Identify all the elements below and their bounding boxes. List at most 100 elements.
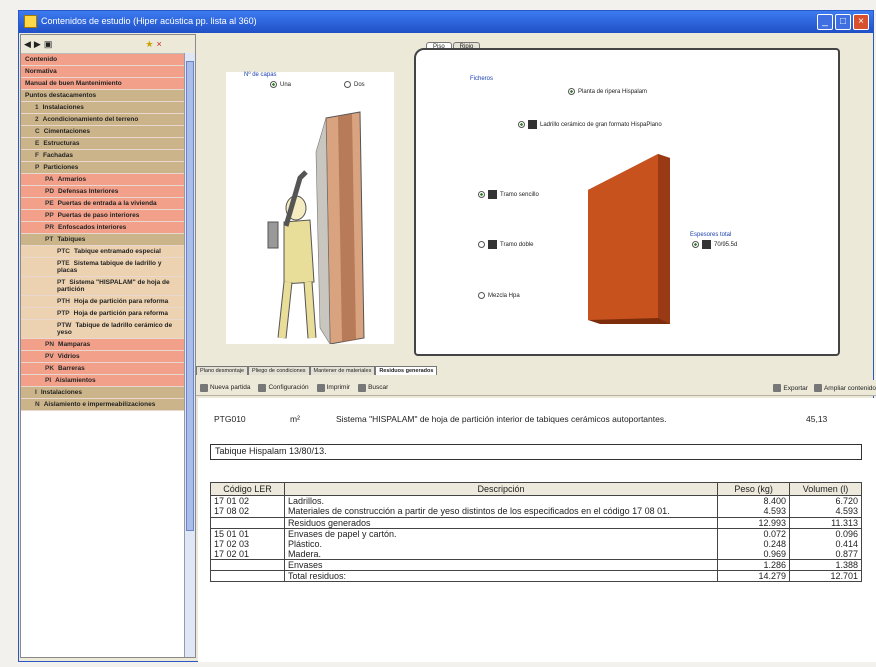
tab-pliego[interactable]: Pliego de condiciones bbox=[248, 366, 310, 375]
document-icon bbox=[200, 383, 208, 392]
sidebar-scrollbar[interactable] bbox=[184, 53, 195, 657]
sidebar-item[interactable]: Contenido bbox=[21, 54, 185, 66]
sidebar-item[interactable]: Manual de buen Mantenimiento bbox=[21, 78, 185, 90]
sidebar-item-code: PTC bbox=[57, 248, 70, 255]
table-cell-desc: Residuos generados bbox=[283, 517, 719, 529]
table-cell-code: 17 02 01 bbox=[210, 549, 285, 560]
minimize-button[interactable]: _ bbox=[817, 14, 833, 30]
sidebar-item-label: Barreras bbox=[58, 365, 85, 372]
sidebar-item[interactable]: PK Barreras bbox=[21, 363, 185, 375]
sidebar-item[interactable]: PT Sistema "HISPALAM" de hoja de partició… bbox=[21, 277, 185, 296]
layers-radio-dos[interactable]: Dos bbox=[344, 81, 365, 88]
export-button[interactable]: Exportar bbox=[773, 384, 808, 392]
sidebar-item[interactable]: F Fachadas bbox=[21, 150, 185, 162]
close-button[interactable]: × bbox=[853, 14, 869, 30]
option-ladrillo[interactable]: Ladrillo cerámico de gran formato HispaP… bbox=[518, 120, 662, 129]
scrollbar-thumb[interactable] bbox=[186, 61, 194, 531]
table-row: 15 01 01 Envases de papel y cartón. 0.072 0… bbox=[210, 528, 862, 539]
radio-indicator bbox=[344, 81, 351, 88]
option-tramo-doble[interactable]: Tramo doble bbox=[478, 240, 533, 249]
tab-residuos[interactable]: Residuos generados bbox=[375, 366, 438, 375]
sidebar-item[interactable]: PT Tabiques bbox=[21, 234, 185, 246]
waste-table: Código LER Descripción Peso (kg) Volumen… bbox=[210, 482, 862, 582]
table-cell-code bbox=[210, 517, 285, 529]
sidebar-item-code: PD bbox=[45, 188, 55, 195]
radio-indicator bbox=[478, 191, 485, 198]
sidebar-item-label: Aislamientos bbox=[55, 377, 96, 384]
option-tramo-sencillo[interactable]: Tramo sencillo bbox=[478, 190, 539, 199]
settings-button[interactable]: Configuración bbox=[258, 383, 309, 392]
sidebar-item[interactable]: PV Vidrios bbox=[21, 351, 185, 363]
option-top[interactable]: Planta de ripera Hispalam bbox=[568, 88, 647, 95]
radio-indicator bbox=[568, 88, 575, 95]
sidebar-item-label: Manual de buen Mantenimiento bbox=[25, 80, 122, 87]
sidebar-item[interactable]: PTH Hoja de partición para reforma bbox=[21, 296, 185, 308]
table-cell-peso: 1.286 bbox=[717, 559, 791, 571]
spec-code: PTG010 bbox=[214, 414, 246, 424]
table-cell-desc: Ladrillos. bbox=[283, 495, 719, 506]
sidebar-item[interactable]: PTC Tabique entramado especial bbox=[21, 246, 185, 258]
sidebar-item[interactable]: N Aislamiento e impermeabilizaciones bbox=[21, 399, 185, 411]
sidebar-item[interactable]: PD Defensas Interiores bbox=[21, 186, 185, 198]
sidebar-item[interactable]: C Cimentaciones bbox=[21, 126, 185, 138]
title-bar[interactable]: Contenidos de estudio (Hiper acústica pp… bbox=[19, 11, 873, 33]
sidebar-item-label: Tabique de ladrillo cerámico de yeso bbox=[57, 322, 173, 336]
table-cell-vol: 0.414 bbox=[789, 539, 862, 549]
layer-icon bbox=[488, 190, 497, 199]
sidebar-item-label: Puertas de paso interiores bbox=[57, 212, 140, 219]
tab-mantener[interactable]: Mantener de materiales bbox=[309, 366, 376, 375]
spec-unit: m² bbox=[290, 414, 300, 424]
table-row: 17 01 02 Ladrillos. 8.400 6.720 bbox=[210, 495, 862, 506]
sidebar-item[interactable]: Normativa bbox=[21, 66, 185, 78]
sidebar-item-label: Puertas de entrada a la vivienda bbox=[57, 200, 157, 207]
close-icon[interactable]: × bbox=[156, 39, 161, 49]
sidebar-item[interactable]: PP Puertas de paso interiores bbox=[21, 210, 185, 222]
sidebar-item[interactable]: PTW Tabique de ladrillo cerámico de yeso bbox=[21, 320, 185, 339]
window-title: Contenidos de estudio (Hiper acústica pp… bbox=[41, 16, 257, 26]
sidebar-item-code: PTP bbox=[57, 310, 70, 317]
sidebar-item[interactable]: PTP Hoja de partición para reforma bbox=[21, 308, 185, 320]
description-field[interactable]: Tabique Hispalam 13/80/13. bbox=[210, 444, 862, 460]
layers-radio-una[interactable]: Una bbox=[270, 81, 291, 88]
option-mezcla[interactable]: Mezcla Hpa bbox=[478, 292, 520, 299]
sidebar-item[interactable]: Puntos destacamentos bbox=[21, 90, 185, 102]
sidebar-item[interactable]: 1 Instalaciones bbox=[21, 102, 185, 114]
sidebar-item-code: PP bbox=[45, 212, 54, 219]
export-icon bbox=[773, 384, 782, 392]
car-icon[interactable]: ▣ bbox=[44, 39, 53, 50]
sidebar-item[interactable]: PI Aislamientos bbox=[21, 375, 185, 387]
sidebar-item[interactable]: I Instalaciones bbox=[21, 387, 185, 399]
table-cell-desc: Plástico. bbox=[283, 539, 719, 549]
sidebar-item[interactable]: PA Armarios bbox=[21, 174, 185, 186]
sidebar-item-label: Fachadas bbox=[42, 152, 73, 159]
espesores-label: Espesores total bbox=[690, 232, 732, 238]
espesores-value[interactable]: 70/95.5d bbox=[692, 240, 737, 249]
sidebar-item-label: Tabique entramado especial bbox=[74, 248, 161, 255]
sidebar-item-label: Sistema tabique de ladrillo y placas bbox=[57, 260, 162, 274]
maximize-button[interactable]: □ bbox=[835, 14, 851, 30]
sidebar-item-code: PR bbox=[45, 224, 55, 231]
forward-icon[interactable]: ▶ bbox=[34, 39, 41, 50]
sidebar-item[interactable]: P Particiones bbox=[21, 162, 185, 174]
print-button[interactable]: Imprimir bbox=[316, 383, 350, 392]
sidebar-item[interactable]: PTE Sistema tabique de ladrillo y placas bbox=[21, 258, 185, 277]
sidebar-item[interactable]: 2 Acondicionamiento del terreno bbox=[21, 114, 185, 126]
table-cell-peso: 0.072 bbox=[717, 528, 791, 539]
radio-indicator bbox=[692, 241, 699, 248]
sidebar-item-code: 1 bbox=[35, 104, 39, 111]
expand-button[interactable]: Ampliar contenido bbox=[813, 384, 876, 392]
table-cell-desc: Envases de papel y cartón. bbox=[283, 528, 719, 539]
sidebar-item[interactable]: PR Enfoscados interiores bbox=[21, 222, 185, 234]
sidebar-item-code: PTH bbox=[57, 298, 70, 305]
new-item-button[interactable]: Nueva partida bbox=[200, 383, 250, 392]
star-icon[interactable]: ★ bbox=[145, 39, 153, 50]
tab-plano-desmontaje[interactable]: Plano desmontaje bbox=[196, 366, 249, 375]
search-button[interactable]: Buscar bbox=[358, 383, 388, 392]
back-icon[interactable]: ◀ bbox=[24, 39, 31, 50]
sidebar-item-label: Mamparas bbox=[58, 341, 91, 348]
table-row: 17 02 03 Plástico. 0.248 0.414 bbox=[210, 539, 862, 549]
sidebar-item[interactable]: PE Puertas de entrada a la vivienda bbox=[21, 198, 185, 210]
table-row: Residuos generados 12.993 11.313 bbox=[210, 517, 862, 529]
sidebar-item[interactable]: E Estructuras bbox=[21, 138, 185, 150]
sidebar-item[interactable]: PN Mamparas bbox=[21, 339, 185, 351]
